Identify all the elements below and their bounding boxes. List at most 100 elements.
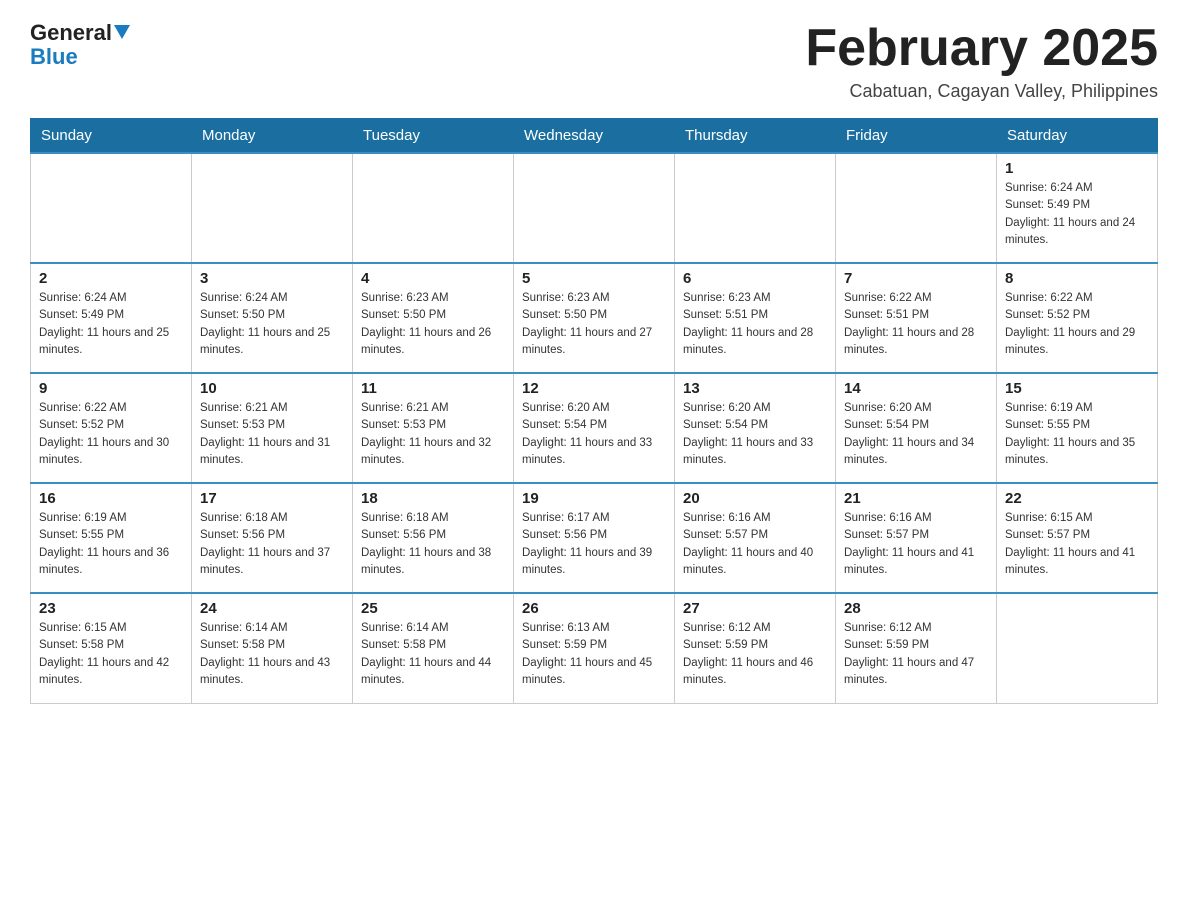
day-info: Sunrise: 6:24 AMSunset: 5:49 PMDaylight:… bbox=[1005, 180, 1149, 249]
day-number: 20 bbox=[683, 490, 827, 507]
calendar-cell: 7 Sunrise: 6:22 AMSunset: 5:51 PMDaylight… bbox=[836, 263, 997, 373]
day-info: Sunrise: 6:15 AMSunset: 5:57 PMDaylight:… bbox=[1005, 510, 1149, 579]
calendar-cell: 19 Sunrise: 6:17 AMSunset: 5:56 PMDayligh… bbox=[514, 483, 675, 593]
calendar-cell: 8Sunrise: 6:22 AMSunset: 5:52 PMDaylight… bbox=[997, 263, 1158, 373]
calendar-cell: 13 Sunrise: 6:20 AMSunset: 5:54 PMDayligh… bbox=[675, 373, 836, 483]
day-info: Sunrise: 6:12 AMSunset: 5:59 PMDaylight:… bbox=[683, 620, 827, 689]
calendar-cell: 27 Sunrise: 6:12 AMSunset: 5:59 PMDayligh… bbox=[675, 593, 836, 703]
calendar-header: SundayMondayTuesdayWednesdayThursdayFrid… bbox=[31, 119, 1158, 154]
calendar-cell: 16Sunrise: 6:19 AMSunset: 5:55 PMDayligh… bbox=[31, 483, 192, 593]
day-info: Sunrise: 6:20 AMSunset: 5:54 PMDaylight:… bbox=[683, 400, 827, 469]
day-number: 24 bbox=[200, 600, 344, 617]
calendar-cell: 22Sunrise: 6:15 AMSunset: 5:57 PMDayligh… bbox=[997, 483, 1158, 593]
column-header-saturday: Saturday bbox=[997, 119, 1158, 154]
calendar-cell: 25 Sunrise: 6:14 AMSunset: 5:58 PMDayligh… bbox=[353, 593, 514, 703]
day-number: 4 bbox=[361, 270, 505, 287]
day-number: 25 bbox=[361, 600, 505, 617]
calendar-body: 1 Sunrise: 6:24 AMSunset: 5:49 PMDaylight… bbox=[31, 153, 1158, 703]
day-info: Sunrise: 6:20 AMSunset: 5:54 PMDaylight:… bbox=[522, 400, 666, 469]
column-header-sunday: Sunday bbox=[31, 119, 192, 154]
day-number: 3 bbox=[200, 270, 344, 287]
calendar-cell: 24Sunrise: 6:14 AMSunset: 5:58 PMDayligh… bbox=[192, 593, 353, 703]
calendar-week-2: 2Sunrise: 6:24 AMSunset: 5:49 PMDaylight… bbox=[31, 263, 1158, 373]
day-number: 12 bbox=[522, 380, 666, 397]
calendar-cell: 21 Sunrise: 6:16 AMSunset: 5:57 PMDayligh… bbox=[836, 483, 997, 593]
page-subtitle: Cabatuan, Cagayan Valley, Philippines bbox=[805, 81, 1158, 102]
day-number: 23 bbox=[39, 600, 183, 617]
calendar-table: SundayMondayTuesdayWednesdayThursdayFrid… bbox=[30, 118, 1158, 704]
day-number: 2 bbox=[39, 270, 183, 287]
logo-text: General bbox=[30, 20, 131, 46]
calendar-cell: 4 Sunrise: 6:23 AMSunset: 5:50 PMDaylight… bbox=[353, 263, 514, 373]
calendar-cell: 9Sunrise: 6:22 AMSunset: 5:52 PMDaylight… bbox=[31, 373, 192, 483]
day-info: Sunrise: 6:21 AMSunset: 5:53 PMDaylight:… bbox=[361, 400, 505, 469]
day-number: 1 bbox=[1005, 160, 1149, 177]
calendar-cell bbox=[997, 593, 1158, 703]
calendar-week-1: 1 Sunrise: 6:24 AMSunset: 5:49 PMDaylight… bbox=[31, 153, 1158, 263]
day-number: 27 bbox=[683, 600, 827, 617]
day-number: 15 bbox=[1005, 380, 1149, 397]
column-header-tuesday: Tuesday bbox=[353, 119, 514, 154]
calendar-cell: 26 Sunrise: 6:13 AMSunset: 5:59 PMDayligh… bbox=[514, 593, 675, 703]
calendar-cell: 17Sunrise: 6:18 AMSunset: 5:56 PMDayligh… bbox=[192, 483, 353, 593]
day-info: Sunrise: 6:15 AMSunset: 5:58 PMDaylight:… bbox=[39, 620, 183, 689]
day-number: 16 bbox=[39, 490, 183, 507]
title-block: February 2025 Cabatuan, Cagayan Valley, … bbox=[805, 20, 1158, 102]
day-number: 11 bbox=[361, 380, 505, 397]
calendar-week-5: 23 Sunrise: 6:15 AMSunset: 5:58 PMDayligh… bbox=[31, 593, 1158, 703]
calendar-cell bbox=[192, 153, 353, 263]
day-info: Sunrise: 6:18 AMSunset: 5:56 PMDaylight:… bbox=[200, 510, 344, 579]
day-info: Sunrise: 6:22 AMSunset: 5:52 PMDaylight:… bbox=[39, 400, 183, 469]
calendar-cell: 2Sunrise: 6:24 AMSunset: 5:49 PMDaylight… bbox=[31, 263, 192, 373]
day-number: 26 bbox=[522, 600, 666, 617]
calendar-cell: 15 Sunrise: 6:19 AMSunset: 5:55 PMDayligh… bbox=[997, 373, 1158, 483]
calendar-cell bbox=[675, 153, 836, 263]
day-info: Sunrise: 6:24 AMSunset: 5:50 PMDaylight:… bbox=[200, 290, 344, 359]
day-number: 7 bbox=[844, 270, 988, 287]
column-header-wednesday: Wednesday bbox=[514, 119, 675, 154]
calendar-cell bbox=[514, 153, 675, 263]
calendar-cell: 5 Sunrise: 6:23 AMSunset: 5:50 PMDaylight… bbox=[514, 263, 675, 373]
day-info: Sunrise: 6:22 AMSunset: 5:51 PMDaylight:… bbox=[844, 290, 988, 359]
day-info: Sunrise: 6:23 AMSunset: 5:51 PMDaylight:… bbox=[683, 290, 827, 359]
calendar-cell: 11 Sunrise: 6:21 AMSunset: 5:53 PMDayligh… bbox=[353, 373, 514, 483]
calendar-cell bbox=[353, 153, 514, 263]
calendar-cell: 1 Sunrise: 6:24 AMSunset: 5:49 PMDaylight… bbox=[997, 153, 1158, 263]
logo-blue: Blue bbox=[30, 44, 78, 70]
day-number: 10 bbox=[200, 380, 344, 397]
calendar-week-4: 16Sunrise: 6:19 AMSunset: 5:55 PMDayligh… bbox=[31, 483, 1158, 593]
calendar-cell bbox=[836, 153, 997, 263]
day-info: Sunrise: 6:16 AMSunset: 5:57 PMDaylight:… bbox=[683, 510, 827, 579]
day-info: Sunrise: 6:23 AMSunset: 5:50 PMDaylight:… bbox=[361, 290, 505, 359]
day-info: Sunrise: 6:17 AMSunset: 5:56 PMDaylight:… bbox=[522, 510, 666, 579]
column-header-friday: Friday bbox=[836, 119, 997, 154]
day-number: 5 bbox=[522, 270, 666, 287]
day-number: 19 bbox=[522, 490, 666, 507]
page-title: February 2025 bbox=[805, 20, 1158, 77]
day-number: 13 bbox=[683, 380, 827, 397]
day-info: Sunrise: 6:14 AMSunset: 5:58 PMDaylight:… bbox=[361, 620, 505, 689]
calendar-cell: 23 Sunrise: 6:15 AMSunset: 5:58 PMDayligh… bbox=[31, 593, 192, 703]
day-info: Sunrise: 6:13 AMSunset: 5:59 PMDaylight:… bbox=[522, 620, 666, 689]
day-number: 14 bbox=[844, 380, 988, 397]
calendar-cell: 18Sunrise: 6:18 AMSunset: 5:56 PMDayligh… bbox=[353, 483, 514, 593]
calendar-cell: 3 Sunrise: 6:24 AMSunset: 5:50 PMDaylight… bbox=[192, 263, 353, 373]
day-info: Sunrise: 6:21 AMSunset: 5:53 PMDaylight:… bbox=[200, 400, 344, 469]
day-info: Sunrise: 6:23 AMSunset: 5:50 PMDaylight:… bbox=[522, 290, 666, 359]
calendar-cell: 14 Sunrise: 6:20 AMSunset: 5:54 PMDayligh… bbox=[836, 373, 997, 483]
day-info: Sunrise: 6:12 AMSunset: 5:59 PMDaylight:… bbox=[844, 620, 988, 689]
day-info: Sunrise: 6:19 AMSunset: 5:55 PMDaylight:… bbox=[1005, 400, 1149, 469]
column-header-thursday: Thursday bbox=[675, 119, 836, 154]
day-number: 21 bbox=[844, 490, 988, 507]
day-info: Sunrise: 6:20 AMSunset: 5:54 PMDaylight:… bbox=[844, 400, 988, 469]
calendar-cell: 10 Sunrise: 6:21 AMSunset: 5:53 PMDayligh… bbox=[192, 373, 353, 483]
column-header-monday: Monday bbox=[192, 119, 353, 154]
day-info: Sunrise: 6:16 AMSunset: 5:57 PMDaylight:… bbox=[844, 510, 988, 579]
calendar-cell: 20 Sunrise: 6:16 AMSunset: 5:57 PMDayligh… bbox=[675, 483, 836, 593]
day-info: Sunrise: 6:22 AMSunset: 5:52 PMDaylight:… bbox=[1005, 290, 1149, 359]
calendar-cell: 28Sunrise: 6:12 AMSunset: 5:59 PMDayligh… bbox=[836, 593, 997, 703]
calendar-cell: 6Sunrise: 6:23 AMSunset: 5:51 PMDaylight… bbox=[675, 263, 836, 373]
calendar-cell bbox=[31, 153, 192, 263]
logo-general: General bbox=[30, 20, 112, 46]
calendar-cell: 12 Sunrise: 6:20 AMSunset: 5:54 PMDayligh… bbox=[514, 373, 675, 483]
